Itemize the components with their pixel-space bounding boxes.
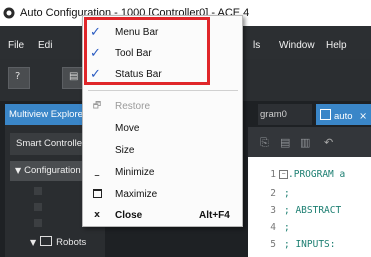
paste-icon[interactable]: ▤ — [280, 136, 290, 149]
robots-label: Robots — [56, 237, 87, 248]
auto-tab-label: auto — [334, 111, 353, 122]
minimize-icon: _ — [94, 167, 100, 177]
line-number: 4 — [270, 222, 276, 233]
line-number: 2 — [270, 188, 276, 199]
toolbar-layout-button[interactable]: ▤ — [62, 67, 84, 89]
code-line: ; — [284, 188, 290, 199]
expand-triangle-icon: ▼ — [15, 166, 22, 175]
close-label: Close — [115, 210, 143, 221]
close-tab-icon[interactable]: × — [359, 111, 367, 122]
layout-icon: ▤ — [69, 71, 79, 82]
minimize-item[interactable]: _ Minimize — [83, 162, 242, 184]
code-line: ; INPUTS: — [284, 239, 336, 250]
maximize-label: Maximize — [115, 189, 158, 200]
code-line: ; — [284, 222, 290, 233]
menu-window[interactable]: Window — [279, 40, 315, 51]
configuration-label: Configuration — [24, 165, 81, 176]
document-icon — [320, 109, 331, 120]
minimize-label: Minimize — [115, 167, 155, 178]
menu-edit[interactable]: Edi — [38, 40, 52, 51]
undo-icon[interactable]: ↶ — [324, 136, 333, 149]
restore-item[interactable]: 🗗 Restore — [83, 96, 242, 118]
delete-icon[interactable]: ▥ — [300, 136, 310, 149]
line-number: 1 — [270, 169, 276, 180]
restore-icon: 🗗 — [92, 101, 102, 111]
maximize-icon — [92, 189, 102, 199]
menu-separator — [88, 90, 238, 91]
close-icon: x — [94, 210, 100, 220]
close-item[interactable]: x Close Alt+F4 — [83, 205, 242, 227]
close-shortcut: Alt+F4 — [199, 210, 230, 221]
help-icon: ? — [15, 71, 21, 82]
size-label: Size — [115, 145, 135, 156]
copy-icon[interactable]: ⎘ — [260, 136, 269, 150]
tree-node-icon — [34, 203, 42, 211]
tree-node-icon — [34, 187, 42, 195]
program-tab[interactable]: gram0 — [258, 104, 312, 125]
highlight-box — [84, 17, 210, 85]
fold-icon[interactable]: − — [279, 170, 288, 179]
code-line: .PROGRAM a — [288, 169, 346, 180]
folder-icon — [40, 236, 53, 246]
auto-tab[interactable]: auto × — [316, 104, 371, 125]
smart-controller-dropdown[interactable]: Smart Controller — [10, 133, 92, 155]
code-line: ; ABSTRACT — [284, 205, 342, 216]
maximize-item[interactable]: Maximize — [83, 184, 242, 206]
expand-triangle-icon: ▼ — [30, 238, 37, 247]
configuration-tree-node[interactable]: ▼ Configuration — [10, 161, 90, 181]
robots-tree-node[interactable]: ▼ Robots — [30, 236, 86, 248]
tree-node-icon — [34, 219, 42, 227]
app-logo-icon — [3, 7, 15, 19]
menu-help[interactable]: Help — [326, 40, 347, 51]
line-number: 3 — [270, 205, 276, 216]
move-label: Move — [115, 123, 140, 134]
move-item[interactable]: Move — [83, 118, 242, 140]
restore-label: Restore — [115, 101, 151, 112]
toolbar-help-button[interactable]: ? — [8, 67, 30, 89]
line-number: 5 — [270, 239, 276, 250]
size-item[interactable]: Size — [83, 140, 242, 162]
menu-tools[interactable]: ls — [253, 40, 260, 51]
menu-file[interactable]: File — [8, 40, 24, 51]
editor-toolbar: ⎘ ▤ ▥ ↶ — [248, 127, 371, 157]
